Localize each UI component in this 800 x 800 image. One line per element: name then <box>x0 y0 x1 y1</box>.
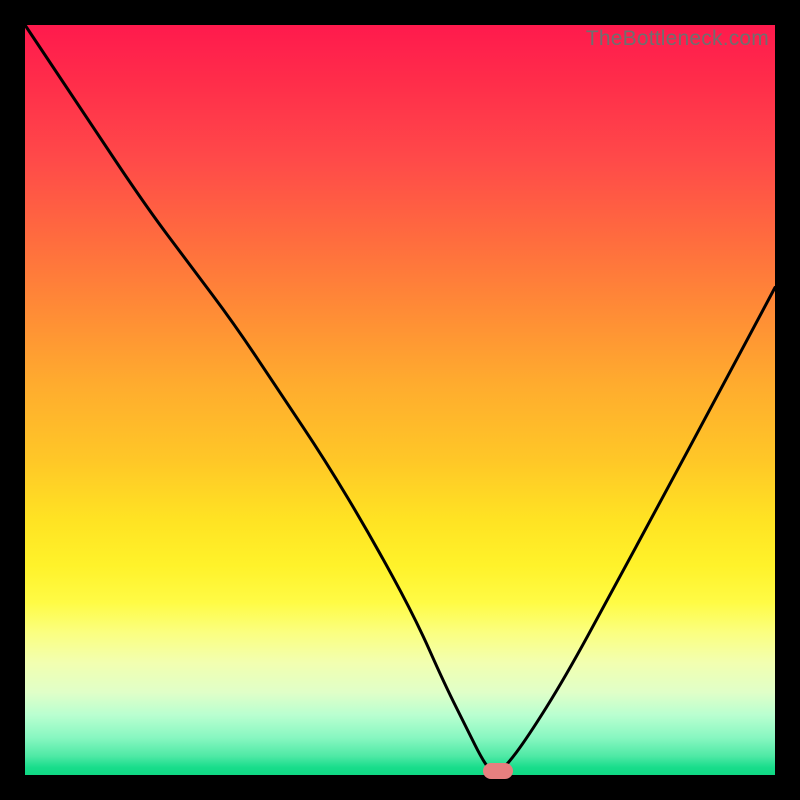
plot-area: TheBottleneck.com <box>25 25 775 775</box>
curve-path <box>25 25 775 773</box>
optimal-marker <box>483 763 513 779</box>
bottleneck-curve <box>25 25 775 775</box>
chart-frame: TheBottleneck.com <box>0 0 800 800</box>
